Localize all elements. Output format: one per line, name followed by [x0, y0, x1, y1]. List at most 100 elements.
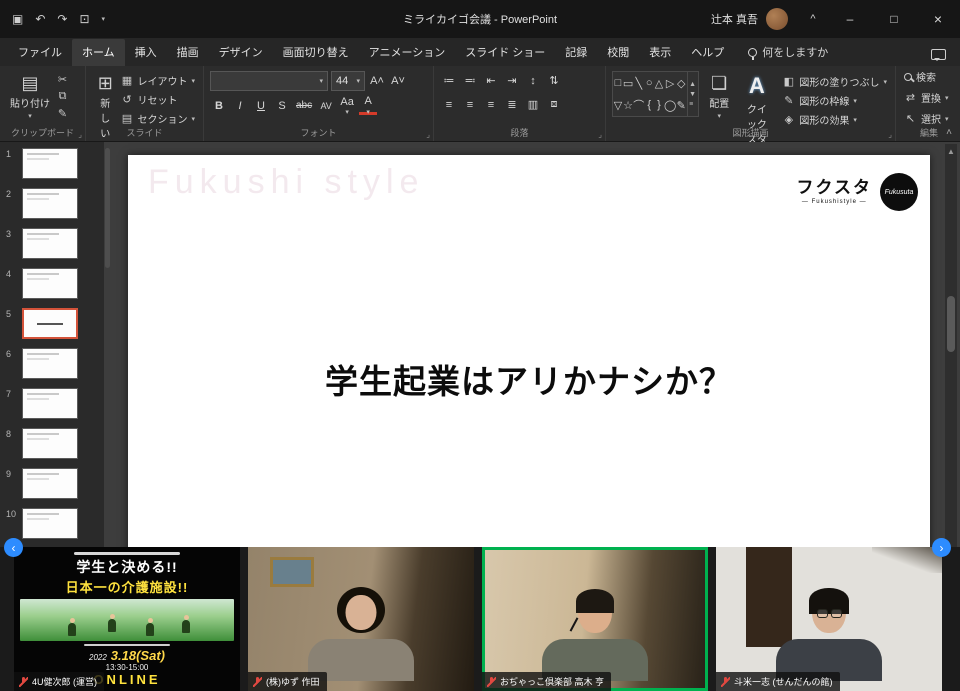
- shape-icon[interactable]: }: [657, 99, 661, 111]
- strikethrough-button[interactable]: abc: [294, 96, 314, 115]
- slide-logo[interactable]: フクスタ Fukushistyle Fukusuta: [797, 173, 919, 211]
- reset-button[interactable]: ↺リセット: [120, 92, 195, 107]
- shape-icon[interactable]: {: [647, 99, 651, 111]
- font-dialog-launcher[interactable]: ⌟: [426, 130, 430, 139]
- participant-video[interactable]: (株)ゆず 作田: [248, 547, 474, 691]
- scroll-up-icon[interactable]: ▲: [945, 144, 957, 156]
- columns-icon[interactable]: ▥: [524, 95, 542, 114]
- gallery-prev-button[interactable]: ‹: [4, 538, 23, 557]
- slide-thumbnail-7[interactable]: 7: [6, 388, 104, 419]
- font-size-select[interactable]: 44▾: [331, 71, 365, 91]
- increase-indent-icon[interactable]: ⇥: [503, 71, 521, 90]
- collapse-ribbon-icon[interactable]: ˄: [946, 127, 952, 138]
- shape-fill-button[interactable]: ◧図形の塗りつぶし▾: [782, 74, 887, 89]
- tab-draw[interactable]: 描画: [167, 39, 209, 66]
- new-slide-button[interactable]: ⊞ 新しい スライド ▾: [92, 71, 118, 125]
- clipboard-dialog-launcher[interactable]: ⌟: [78, 130, 82, 139]
- slide-watermark-text[interactable]: Fukushi style: [148, 163, 424, 202]
- participant-video-active-speaker[interactable]: おぢゃっこ倶楽部 高木 亨: [482, 547, 708, 691]
- text-shadow-button[interactable]: S: [273, 96, 291, 115]
- redo-icon[interactable]: ↷: [57, 12, 67, 26]
- slide-thumbnail-3[interactable]: 3: [6, 228, 104, 259]
- slide-thumbnail-8[interactable]: 8: [6, 428, 104, 459]
- shapes-gallery[interactable]: □ ▭ ╲ ○ △ ▷ ◇ ▲▼≡ ▽ ☆ ⌒ { } ◯ ✎: [612, 71, 699, 117]
- quick-styles-button[interactable]: A クイック スタイル ▾: [739, 71, 774, 125]
- text-direction-icon[interactable]: ⇅: [545, 71, 563, 90]
- tab-transitions[interactable]: 画面切り替え: [273, 39, 359, 66]
- shapes-scroll[interactable]: ▲▼≡: [687, 72, 697, 116]
- bullets-icon[interactable]: ≔: [440, 71, 458, 90]
- drawing-dialog-launcher[interactable]: ⌟: [888, 130, 892, 139]
- maximize-button[interactable]: □: [872, 0, 916, 38]
- slide-thumbnail-10[interactable]: 10: [6, 508, 104, 539]
- account-name[interactable]: 辻本 真吾: [711, 11, 758, 27]
- tab-review[interactable]: 校閲: [597, 39, 639, 66]
- tab-design[interactable]: デザイン: [209, 39, 273, 66]
- shape-icon[interactable]: ☆: [623, 99, 633, 112]
- shape-effects-button[interactable]: ◈図形の効果▾: [782, 112, 887, 127]
- font-color-button[interactable]: A▾: [359, 96, 377, 115]
- tab-help[interactable]: ヘルプ: [681, 39, 734, 66]
- tab-record[interactable]: 記録: [555, 39, 597, 66]
- tab-animations[interactable]: アニメーション: [359, 39, 456, 66]
- slide-title-text[interactable]: 学生起業はアリかナシか？: [128, 355, 930, 403]
- grow-font-icon[interactable]: A˄: [368, 72, 386, 91]
- slide-thumbnail-2[interactable]: 2: [6, 188, 104, 219]
- numbering-icon[interactable]: ≕: [461, 71, 479, 90]
- shape-icon[interactable]: □: [615, 77, 622, 89]
- ribbon-display-options-icon[interactable]: ^: [798, 0, 828, 38]
- close-button[interactable]: ×: [916, 0, 960, 38]
- minimize-button[interactable]: –: [828, 0, 872, 38]
- tab-file[interactable]: ファイル: [8, 39, 72, 66]
- cut-icon[interactable]: ✂: [56, 73, 69, 86]
- tab-slideshow[interactable]: スライド ショー: [455, 39, 555, 66]
- align-left-icon[interactable]: ≡: [440, 95, 458, 114]
- underline-button[interactable]: U: [252, 96, 270, 115]
- avatar[interactable]: [766, 8, 788, 30]
- tab-home[interactable]: ホーム: [72, 39, 125, 66]
- participant-video[interactable]: 斗米一志 (せんだんの館): [716, 547, 942, 691]
- customize-quick-access-icon[interactable]: ▾: [102, 15, 106, 23]
- shape-icon[interactable]: ○: [646, 77, 653, 89]
- paragraph-dialog-launcher[interactable]: ⌟: [598, 130, 602, 139]
- find-button[interactable]: 検索: [904, 69, 954, 84]
- shape-icon[interactable]: ▭: [623, 77, 633, 90]
- format-painter-icon[interactable]: ✎: [56, 107, 69, 120]
- scrollbar-thumb[interactable]: [947, 296, 955, 352]
- line-spacing-icon[interactable]: ↕: [524, 71, 542, 90]
- paste-button[interactable]: ▤ 貼り付け ▾: [6, 71, 54, 125]
- slideshow-icon[interactable]: ⊡: [79, 12, 89, 26]
- shape-icon[interactable]: ✎: [677, 99, 686, 112]
- shape-outline-button[interactable]: ✎図形の枠線▾: [782, 93, 887, 108]
- italic-button[interactable]: I: [231, 96, 249, 115]
- slide-thumbnail-1[interactable]: 1: [6, 148, 104, 179]
- comments-icon[interactable]: [931, 49, 946, 60]
- shape-icon[interactable]: △: [655, 77, 663, 90]
- change-case-button[interactable]: Aa▾: [338, 96, 356, 115]
- slide-thumbnail-4[interactable]: 4: [6, 268, 104, 299]
- shape-icon[interactable]: ▷: [666, 77, 674, 90]
- slide-thumbnail-6[interactable]: 6: [6, 348, 104, 379]
- participant-video-poster[interactable]: 学生と決める!! 日本一の介護施設!! 2022 3.18(Sat) 13:30…: [14, 547, 240, 691]
- decrease-indent-icon[interactable]: ⇤: [482, 71, 500, 90]
- smartart-convert-icon[interactable]: ⧈: [545, 95, 563, 114]
- font-name-select[interactable]: ▾: [210, 71, 328, 91]
- justify-icon[interactable]: ≣: [503, 95, 521, 114]
- shape-icon[interactable]: ◯: [664, 99, 676, 112]
- replace-button[interactable]: ⇄置換▾: [904, 90, 954, 105]
- tab-view[interactable]: 表示: [639, 39, 681, 66]
- shape-icon[interactable]: ⌒: [633, 97, 644, 113]
- arrange-button[interactable]: ❏ 配置 ▾: [705, 71, 733, 125]
- gallery-next-button[interactable]: ›: [932, 538, 951, 557]
- layout-button[interactable]: ▦レイアウト▾: [120, 73, 195, 88]
- tell-me-search[interactable]: 何をしますか: [748, 44, 828, 66]
- tab-insert[interactable]: 挿入: [125, 39, 167, 66]
- slide-canvas[interactable]: Fukushi style フクスタ Fukushistyle Fukusuta…: [128, 155, 930, 606]
- shrink-font-icon[interactable]: A˅: [389, 72, 407, 91]
- bold-button[interactable]: B: [210, 96, 228, 115]
- shape-icon[interactable]: ▽: [614, 99, 622, 112]
- shape-icon[interactable]: ◇: [677, 77, 685, 90]
- character-spacing-button[interactable]: AV: [317, 96, 335, 115]
- align-right-icon[interactable]: ≡: [482, 95, 500, 114]
- section-button[interactable]: ▤セクション▾: [120, 111, 195, 126]
